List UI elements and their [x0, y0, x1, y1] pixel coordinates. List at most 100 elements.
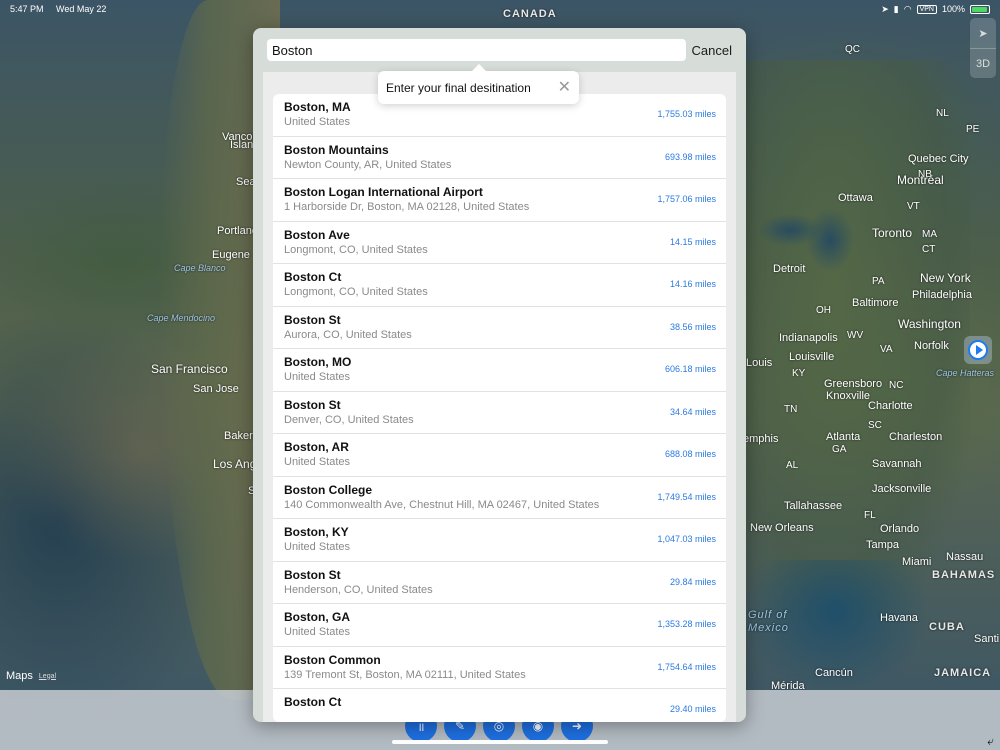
- map-label: PA: [872, 276, 885, 287]
- play-button[interactable]: [964, 336, 992, 364]
- map-label: Baltimore: [852, 297, 899, 309]
- map-label: New York: [920, 271, 971, 285]
- result-subtitle: Henderson, CO, United States: [284, 583, 433, 596]
- result-row[interactable]: Boston Ct Longmont, CO, United States 14.1…: [273, 264, 726, 307]
- maps-logo: Maps: [6, 670, 33, 682]
- result-row[interactable]: Boston Logan International Airport 1 Harb…: [273, 179, 726, 222]
- map-label: TN: [784, 404, 798, 415]
- map-label: QC: [845, 44, 860, 55]
- result-subtitle: Longmont, CO, United States: [284, 243, 428, 256]
- map-label: Knoxville: [826, 390, 871, 402]
- map-label: Ottawa: [838, 192, 873, 204]
- result-row[interactable]: Boston St Denver, CO, United States 34.64 …: [273, 392, 726, 434]
- status-date: Wed May 22: [56, 4, 107, 14]
- 3d-button[interactable]: 3D: [970, 48, 996, 78]
- map-label: Greensboro: [824, 378, 883, 390]
- result-distance: 14.15 miles: [669, 236, 716, 247]
- map-label: Los Ang: [213, 457, 257, 471]
- map-label: Santi: [974, 633, 1000, 645]
- map-label: OH: [816, 305, 831, 316]
- result-subtitle: United States: [284, 116, 351, 128]
- map-label: Cape Mendocino: [147, 313, 216, 323]
- map-label: Orlando: [880, 523, 920, 535]
- map-label: FL: [864, 510, 876, 521]
- result-distance: 14.16 miles: [669, 279, 716, 289]
- result-subtitle: Denver, CO, United States: [284, 413, 414, 426]
- map-label: WV: [847, 330, 864, 341]
- result-title: Boston College: [284, 482, 373, 497]
- map-label: Savannah: [872, 458, 922, 470]
- result-title: Boston, AR: [284, 440, 349, 454]
- map-label: Indianapolis: [779, 332, 838, 344]
- location-status-icon: ➤: [881, 3, 889, 14]
- home-indicator[interactable]: [392, 740, 608, 744]
- result-title: Boston Ave: [284, 227, 350, 242]
- close-icon[interactable]: ✕: [558, 79, 571, 96]
- map-label: PE: [966, 124, 980, 135]
- map-label: Cancún: [815, 667, 853, 679]
- search-panel: Cancel Boston, MAUnited States1,755.03 m…: [253, 28, 746, 722]
- destination-tooltip: Enter your final desitination ✕: [378, 64, 579, 104]
- result-subtitle: United States: [284, 456, 351, 468]
- result-subtitle: United States: [284, 626, 351, 638]
- result-row[interactable]: Boston St Aurora, CO, United States 38.56 …: [273, 307, 726, 349]
- search-row: Cancel: [253, 28, 746, 72]
- result-row[interactable]: Boston, GA United States 1,353.28 miles: [273, 604, 726, 647]
- map-label: Atlanta: [826, 431, 861, 443]
- result-distance: 1,754.64 miles: [657, 661, 716, 672]
- map-label: KY: [792, 368, 806, 379]
- battery-percent: 100%: [941, 4, 965, 14]
- result-distance: 606.18 miles: [664, 364, 716, 374]
- result-row[interactable]: Boston, MO United States 606.18 miles: [273, 349, 726, 392]
- result-row[interactable]: Boston Ct 29.40 miles: [273, 689, 726, 722]
- result-distance: 693.98 miles: [664, 151, 716, 162]
- map-label: Eugene: [212, 249, 250, 261]
- result-row[interactable]: Boston Common 139 Tremont St, Boston, MA …: [273, 647, 726, 689]
- result-row[interactable]: Boston, KY United States 1,047.03 miles: [273, 519, 726, 562]
- result-title: Boston St: [284, 312, 341, 327]
- tooltip-text: Enter your final desitination: [386, 80, 531, 95]
- map-label: Nassau: [946, 551, 984, 563]
- map-label: NL: [936, 108, 949, 119]
- map-label: Cape Hatteras: [936, 368, 995, 378]
- result-distance: 1,047.03 miles: [657, 534, 716, 544]
- result-title: Boston, MO: [284, 355, 352, 369]
- map-label: BAHAMAS: [932, 569, 996, 581]
- status-time: 5:47 PM: [10, 4, 44, 14]
- map-label: CT: [922, 244, 936, 255]
- results-list[interactable]: Boston, MA United States 1,755.03 miles Bos…: [273, 94, 726, 722]
- map-label: Toronto: [872, 226, 913, 240]
- results-area[interactable]: Boston, MA United States 1,755.03 miles Bos…: [263, 72, 736, 722]
- result-row[interactable]: Boston St Henderson, CO, United States 29.…: [273, 562, 726, 604]
- map-label: Cape Blanco: [174, 263, 226, 273]
- result-subtitle: Longmont, CO, United States: [284, 286, 428, 298]
- result-title: Boston, KY: [284, 525, 349, 539]
- map-label: VT: [907, 201, 920, 212]
- result-title: Boston St: [284, 397, 341, 412]
- result-subtitle: Newton County, AR, United States: [284, 158, 452, 171]
- result-title: Boston St: [284, 567, 341, 582]
- location-arrow-icon[interactable]: ➤: [970, 18, 996, 48]
- search-input[interactable]: [267, 39, 686, 61]
- cellular-icon: ▮: [893, 3, 899, 14]
- maps-brand: Maps Legal: [6, 670, 56, 682]
- result-row[interactable]: Boston, AR United States 688.08 miles: [273, 434, 726, 477]
- map-label: Philadelphia: [912, 289, 972, 301]
- result-row[interactable]: Boston Ave Longmont, CO, United States 14.…: [273, 222, 726, 264]
- cancel-button[interactable]: Cancel: [692, 43, 732, 58]
- map-label: AL: [786, 460, 799, 471]
- map-label: Tallahassee: [784, 500, 843, 512]
- result-row[interactable]: Boston Mountains Newton County, AR, Unite…: [273, 137, 726, 179]
- result-distance: 1,757.06 miles: [657, 194, 716, 204]
- result-distance: 29.84 miles: [669, 576, 716, 587]
- map-label: emphis: [743, 433, 779, 445]
- status-bar: 5:47 PM Wed May 22 ➤ ▮ ◠ VPN 100%: [0, 0, 1000, 18]
- legal-link[interactable]: Legal: [39, 673, 56, 680]
- corner-hook-icon: ⤶: [987, 734, 994, 748]
- result-distance: 1,749.54 miles: [657, 491, 716, 502]
- result-row[interactable]: Boston College 140 Commonwealth Ave, Ches…: [273, 477, 726, 519]
- map-label: New Orleans: [750, 522, 814, 534]
- map-label: Louisville: [789, 351, 835, 363]
- result-title: Boston Common: [284, 652, 381, 667]
- map-controls: ➤ 3D: [970, 18, 996, 78]
